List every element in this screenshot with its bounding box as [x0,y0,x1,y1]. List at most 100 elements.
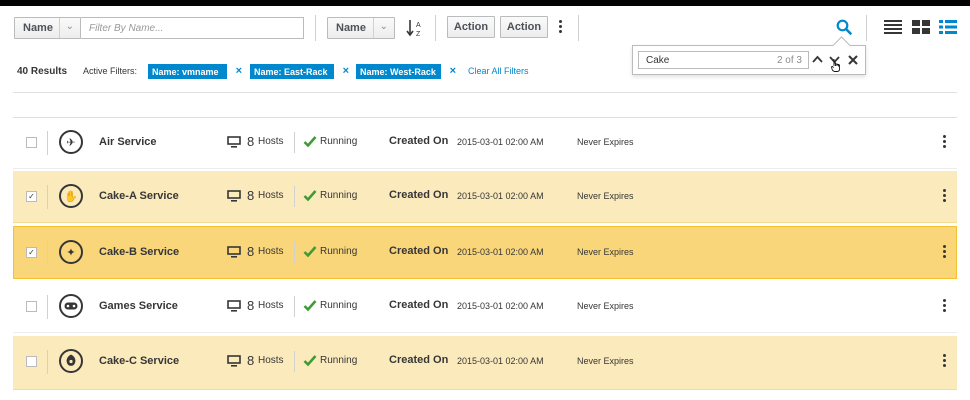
expires-text: Never Expires [577,356,634,366]
table-view-icon[interactable] [939,20,957,34]
filter-chip: Name: West-Rack × [356,64,456,79]
service-name: Cake-A Service [99,190,179,202]
row-kebab-icon[interactable] [943,135,946,150]
list-item[interactable]: ✓ ✋ Cake-A Service 8 Hosts Running Creat… [13,171,957,223]
service-name: Cake-B Service [99,246,180,258]
status-text: Running [320,300,358,311]
created-value: 2015-03-01 02:00 AM [457,301,544,311]
filter-field-select[interactable]: Name ⌄ [14,17,81,39]
select-divider [59,18,60,38]
created-value: 2015-03-01 02:00 AM [457,191,544,201]
card-view-icon[interactable] [912,20,930,34]
monitor-icon [227,190,241,202]
row-divider [294,242,295,263]
hand-cursor-icon [831,59,840,72]
status-text: Running [320,246,358,257]
toolbar-kebab-icon[interactable] [559,20,562,35]
row-divider [294,132,295,153]
service-name: Air Service [99,136,157,148]
status-text: Running [320,136,358,147]
filter-placeholder: Filter By Name... [89,22,164,34]
gamepad-icon [59,294,83,318]
check-icon [303,300,317,312]
row-kebab-icon[interactable] [943,299,946,314]
row-kebab-icon[interactable] [943,354,946,369]
filter-input[interactable]: Filter By Name... [81,17,304,39]
row-checkbox[interactable] [26,301,37,312]
created-label: Created On [389,299,449,311]
active-filters-label: Active Filters: [83,66,138,76]
hosts-count: 8 [247,244,255,259]
row-divider [47,350,48,374]
list-view-icon[interactable] [884,20,902,34]
check-icon [303,136,317,148]
chevron-up-icon[interactable] [812,55,823,64]
row-checkbox[interactable]: ✓ [26,191,37,202]
row-checkbox[interactable] [26,137,37,148]
hosts-label: Hosts [258,190,284,201]
hosts-count: 8 [247,134,255,149]
results-divider [13,92,957,93]
svg-text:Z: Z [416,31,421,38]
created-value: 2015-03-01 02:00 AM [457,356,544,366]
row-kebab-icon[interactable] [943,245,946,260]
close-icon[interactable] [848,55,858,65]
row-divider [47,185,48,209]
remove-filter-icon[interactable]: × [343,64,349,79]
search-icon[interactable] [836,19,852,35]
toolbar-divider [435,15,436,41]
hosts-label: Hosts [258,300,284,311]
results-count: 40 Results [17,66,68,77]
expires-text: Never Expires [577,247,634,257]
hosts-count: 8 [247,298,255,313]
check-icon [303,246,317,258]
popover-arrow [832,36,851,55]
remove-filter-icon[interactable]: × [450,64,456,79]
rebel-icon [59,349,83,373]
filter-chip-label: Name: East-Rack [254,66,328,77]
row-kebab-icon[interactable] [943,189,946,204]
action-button-label: Action [506,21,542,33]
hand-icon: ✋ [59,184,83,208]
hosts-count: 8 [247,188,255,203]
top-bar [0,0,970,6]
status-text: Running [320,355,358,366]
remove-filter-icon[interactable]: × [236,64,242,79]
action-button-1[interactable]: Action [447,16,495,38]
row-divider [47,131,48,155]
filter-chip: Name: vmname × [148,64,242,79]
monitor-icon [227,300,241,312]
list-item[interactable]: ✓ ✦ Cake-B Service 8 Hosts Running Creat… [13,226,957,279]
chevron-down-icon: ⌄ [379,21,388,32]
select-divider [373,18,374,38]
list-item[interactable]: ✈ Air Service 8 Hosts Running Created On… [13,117,957,169]
magic-wand-icon: ✦ [59,240,83,264]
sort-field-select[interactable]: Name ⌄ [327,17,395,39]
find-input[interactable]: Cake 2 of 3 [638,51,809,69]
action-button-label: Action [453,21,489,33]
list-item[interactable]: Games Service 8 Hosts Running Created On… [13,281,957,333]
monitor-icon [227,355,241,367]
expires-text: Never Expires [577,301,634,311]
monitor-icon [227,136,241,148]
row-checkbox[interactable]: ✓ [26,247,37,258]
row-checkbox[interactable] [26,356,37,367]
created-label: Created On [389,135,449,147]
action-button-2[interactable]: Action [500,16,548,38]
hosts-label: Hosts [258,246,284,257]
row-divider [294,296,295,317]
filter-chip-label: Name: vmname [152,66,219,77]
filter-field-label: Name [23,22,53,34]
find-count: 2 of 3 [776,55,802,66]
created-label: Created On [389,245,449,257]
row-divider [47,241,48,265]
status-text: Running [320,190,358,201]
svg-text:A: A [416,22,421,29]
filter-chip: Name: East-Rack × [250,64,349,79]
expires-text: Never Expires [577,137,634,147]
expires-text: Never Expires [577,191,634,201]
clear-all-filters-link[interactable]: Clear All Filters [468,66,529,76]
sort-alpha-asc-icon[interactable]: A Z [406,18,424,38]
list-item[interactable]: Cake-C Service 8 Hosts Running Created O… [13,336,957,390]
created-value: 2015-03-01 02:00 AM [457,247,544,257]
